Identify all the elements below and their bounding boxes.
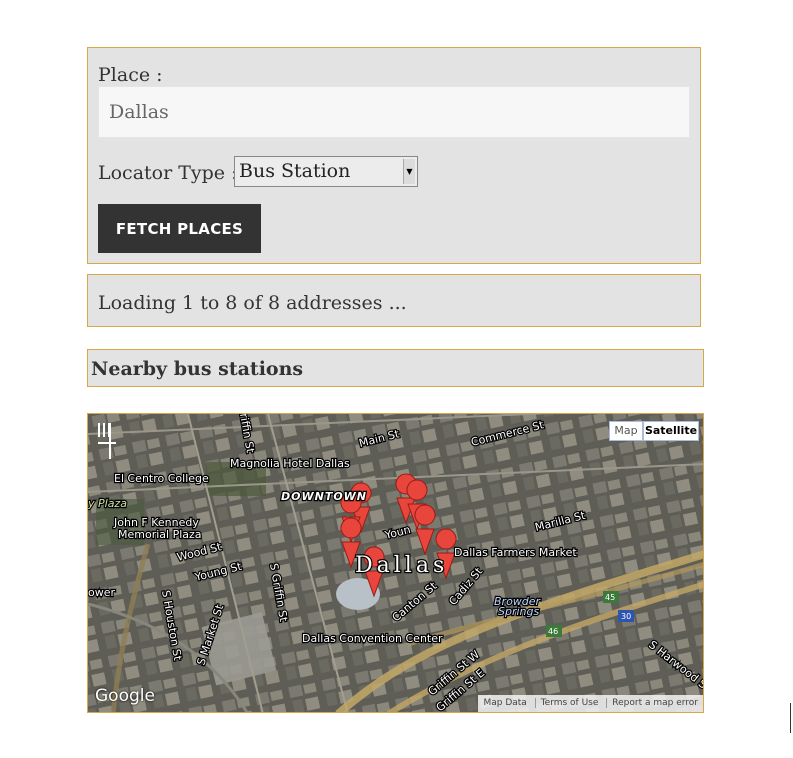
map-label-el-centro: El Centro College — [114, 472, 209, 485]
fetch-places-button[interactable]: FETCH PLACES — [98, 204, 261, 253]
map-city-label: Dallas — [355, 553, 448, 578]
results-heading: Nearby bus stations — [91, 358, 304, 380]
map-label-tower: ower — [88, 586, 115, 599]
map-type-map-button[interactable]: Map — [609, 421, 643, 441]
satellite-imagery[interactable]: Main St Commerce St Magnolia Hotel Dalla… — [88, 414, 704, 713]
hwy-45-shield: 45 — [605, 593, 615, 602]
map-label-plaza: y Plaza — [88, 497, 127, 510]
map-label-magnolia: Magnolia Hotel Dallas — [230, 457, 350, 470]
status-panel: Loading 1 to 8 of 8 addresses ... — [87, 274, 701, 327]
locator-type-value: Bus Station — [239, 160, 351, 182]
place-label: Place : — [98, 64, 163, 86]
map-data-link[interactable]: Map Data — [478, 698, 531, 708]
map-attribution-bar: Map Data Terms of Use Report a map error — [478, 695, 703, 712]
place-input[interactable] — [98, 86, 690, 138]
map-label-convention-center: Dallas Convention Center — [302, 632, 443, 645]
report-map-error-link[interactable]: Report a map error — [606, 698, 703, 708]
hwy-46-shield: 46 — [548, 627, 558, 636]
results-heading-panel: Nearby bus stations — [87, 349, 704, 387]
map-label-downtown: DOWNTOWN — [281, 490, 367, 503]
map-label-jfk-2: Memorial Plaza — [118, 528, 202, 541]
terms-of-use-link[interactable]: Terms of Use — [534, 698, 604, 708]
map-label-farmers-market: Dallas Farmers Market — [454, 546, 577, 559]
google-logo: Google — [95, 686, 155, 706]
dropdown-arrow-icon[interactable]: ▼ — [403, 159, 415, 184]
locator-type-select[interactable]: Bus Station ▼ — [234, 156, 418, 187]
map-type-satellite-button[interactable]: Satellite — [643, 421, 699, 441]
hwy-30-shield: 30 — [621, 612, 631, 621]
search-form-panel: Place : Locator Type : Bus Station ▼ FET… — [87, 47, 701, 264]
map-view[interactable]: Main St Commerce St Magnolia Hotel Dalla… — [87, 413, 704, 713]
map-label-springs: Springs — [498, 605, 539, 618]
status-text: Loading 1 to 8 of 8 addresses ... — [98, 292, 407, 314]
locator-type-label: Locator Type : — [98, 162, 238, 184]
